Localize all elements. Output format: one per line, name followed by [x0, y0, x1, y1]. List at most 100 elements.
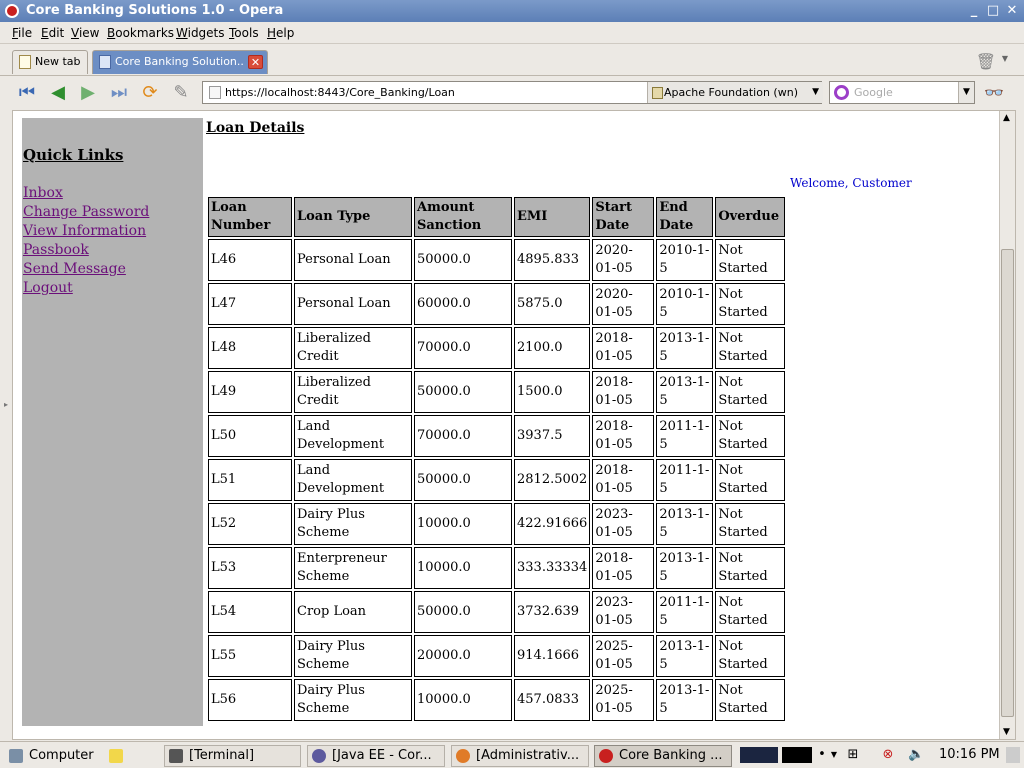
cell-end-date: 2010-1-5 [656, 239, 714, 281]
cell-start-date: 2018-01-05 [592, 327, 655, 369]
quick-links-title: Quick Links [23, 146, 124, 164]
binoculars-icon[interactable]: 👓 [984, 83, 1004, 102]
table-row: L56 Dairy Plus Scheme 10000.0 457.0833 2025-… [208, 679, 786, 721]
forward-icon[interactable]: ▶ [77, 82, 99, 104]
close-window-button[interactable]: ✕ [1004, 3, 1020, 19]
table-row: L55 Dairy Plus Scheme 20000.0 914.1666 2025-… [208, 635, 786, 677]
edit-icon[interactable]: ✎ [170, 82, 192, 104]
task-computer[interactable]: Computer [4, 745, 104, 767]
address-bar[interactable]: https://localhost:8443/Core_Banking/Loan… [202, 81, 823, 104]
back-icon[interactable]: ◀ [47, 82, 69, 104]
taskbar: Computer [Terminal] [Java EE - Cor... [A… [0, 741, 1024, 768]
table-row: L49 Liberalized Credit 50000.0 1500.0 2018-0… [208, 371, 786, 413]
menu-tools[interactable]: Tools [229, 26, 259, 40]
cell-emi: 914.1666 [514, 635, 591, 677]
link-change-password[interactable]: Change Password [23, 204, 149, 220]
cell-loan-type: Liberalized Credit [294, 371, 412, 413]
link-send-message[interactable]: Send Message [23, 261, 126, 277]
url-text[interactable]: https://localhost:8443/Core_Banking/Loan [225, 86, 455, 99]
link-logout[interactable]: Logout [23, 280, 73, 296]
header-end-date: End Date [656, 197, 714, 237]
header-start-date: Start Date [592, 197, 655, 237]
minimize-button[interactable]: _ [966, 3, 982, 19]
maximize-button[interactable]: □ [985, 3, 1001, 19]
page-title: Loan Details [206, 120, 305, 136]
chevron-down-icon[interactable]: ▼ [826, 747, 842, 763]
menu-help[interactable]: Help [267, 26, 294, 40]
update-icon[interactable]: ⊗ [880, 747, 896, 763]
cell-emi: 422.91666 [514, 503, 591, 545]
cell-start-date: 2023-01-05 [592, 503, 655, 545]
trash-icon[interactable]: 🗑 [976, 52, 996, 71]
chevron-down-icon[interactable]: ▼ [958, 82, 974, 103]
cell-end-date: 2011-1-5 [656, 459, 714, 501]
scroll-down-icon[interactable]: ▼ [1003, 727, 1010, 737]
search-placeholder: Google [854, 86, 893, 99]
clock[interactable]: 10:16 PM [939, 747, 1000, 762]
terminal-icon [169, 749, 183, 763]
menu-file[interactable]: File [12, 26, 32, 40]
task-label: Core Banking ... [619, 748, 723, 763]
cell-overdue: Not Started [715, 327, 786, 369]
firefox-icon [456, 749, 470, 763]
chevron-down-icon[interactable]: ▼ [1002, 54, 1008, 63]
close-tab-icon[interactable]: ✕ [248, 55, 263, 69]
page-icon [19, 55, 31, 69]
task-administrative[interactable]: [Administrativ... [451, 745, 589, 767]
cell-loan-number: L50 [208, 415, 292, 457]
search-box[interactable]: Google ▼ [829, 81, 975, 104]
task-terminal[interactable]: [Terminal] [164, 745, 301, 767]
task-java-ee[interactable]: [Java EE - Cor... [307, 745, 445, 767]
link-view-information[interactable]: View Information [23, 223, 146, 239]
table-header-row: Loan Number Loan Type Amount Sanction EM… [208, 197, 786, 237]
cell-loan-number: L55 [208, 635, 292, 677]
tab-bar: New tab Core Banking Solution... ✕ [0, 44, 1024, 76]
chevron-down-icon[interactable]: ▼ [812, 82, 819, 103]
rewind-icon[interactable]: ⏮ [16, 82, 38, 104]
vertical-scrollbar[interactable]: ▲ ▼ [999, 111, 1015, 739]
cell-overdue: Not Started [715, 547, 786, 589]
cpu-monitor-icon [740, 747, 778, 763]
tab-new[interactable]: New tab [12, 50, 88, 74]
task-notes[interactable] [104, 745, 128, 767]
site-security-badge[interactable]: Apache Foundation (wn) ▼ [647, 82, 823, 103]
show-desktop-icon[interactable] [1006, 747, 1020, 763]
task-core-banking[interactable]: Core Banking ... [594, 745, 732, 767]
menu-edit[interactable]: Edit [41, 26, 64, 40]
workspace-switcher-icon[interactable] [782, 747, 812, 763]
cell-emi: 3732.639 [514, 591, 591, 633]
cell-end-date: 2013-1-5 [656, 635, 714, 677]
notes-icon [109, 749, 123, 763]
tab-core-banking[interactable]: Core Banking Solution... ✕ [92, 50, 268, 74]
cell-start-date: 2018-01-05 [592, 415, 655, 457]
table-row: L54 Crop Loan 50000.0 3732.639 2023-01-05 201… [208, 591, 786, 633]
cell-loan-number: L49 [208, 371, 292, 413]
task-label: [Administrativ... [476, 748, 580, 763]
cell-loan-type: Dairy Plus Scheme [294, 503, 412, 545]
panel-toggle-icon[interactable]: ▸ [4, 400, 8, 409]
cell-emi: 457.0833 [514, 679, 591, 721]
cell-amount-sanction: 10000.0 [414, 547, 512, 589]
network-icon[interactable]: ⊞ [845, 747, 861, 763]
opera-logo-icon [5, 4, 19, 18]
fast-forward-icon[interactable]: ⏭ [108, 82, 130, 104]
cell-loan-type: Land Development [294, 415, 412, 457]
volume-icon[interactable]: 🔈 [908, 747, 924, 763]
cell-start-date: 2023-01-05 [592, 591, 655, 633]
link-passbook[interactable]: Passbook [23, 242, 89, 258]
link-inbox[interactable]: Inbox [23, 185, 63, 201]
computer-icon [9, 749, 23, 763]
tab-label: Core Banking Solution... [115, 55, 245, 68]
cell-loan-number: L48 [208, 327, 292, 369]
menu-bookmarks[interactable]: Bookmarks [107, 26, 174, 40]
reload-icon[interactable]: ⟳ [139, 82, 161, 104]
window-titlebar: Core Banking Solutions 1.0 - Opera _ □ ✕ [0, 0, 1024, 22]
cell-overdue: Not Started [715, 591, 786, 633]
cell-overdue: Not Started [715, 283, 786, 325]
cell-start-date: 2018-01-05 [592, 459, 655, 501]
menu-view[interactable]: View [71, 26, 99, 40]
menu-widgets[interactable]: Widgets [176, 26, 225, 40]
scroll-up-icon[interactable]: ▲ [1003, 113, 1010, 123]
scrollbar-thumb[interactable] [1001, 249, 1014, 717]
cell-start-date: 2020-01-05 [592, 239, 655, 281]
